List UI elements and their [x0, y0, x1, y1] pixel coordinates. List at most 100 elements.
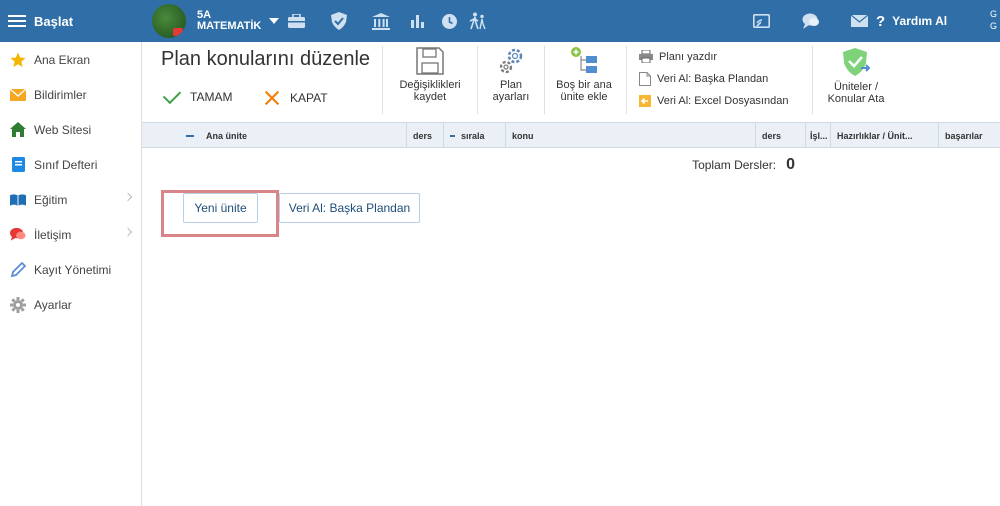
- collapse-icon[interactable]: [186, 134, 194, 137]
- hamburger-icon: [8, 12, 26, 30]
- print-plan-button[interactable]: Planı yazdır: [639, 48, 717, 65]
- column-preparations[interactable]: Hazırlıklar / Ünit...: [830, 123, 938, 148]
- people-walk-icon[interactable]: [467, 12, 489, 30]
- import-from-other-plan-button[interactable]: Veri Al: Başka Plandan: [279, 193, 420, 223]
- sidebar-item-website[interactable]: Web Sitesi: [0, 112, 141, 147]
- add-unit-label-2: ünite ekle: [560, 91, 608, 103]
- tree-add-icon: [571, 47, 597, 73]
- add-empty-unit-button[interactable]: Boş bir ana ünite ekle: [549, 46, 619, 103]
- document-icon: [639, 71, 651, 86]
- import-other-plan-label: Veri Al: Başka Plandan: [657, 72, 769, 85]
- close-button[interactable]: KAPAT: [264, 90, 328, 106]
- chat-icon[interactable]: [800, 12, 822, 30]
- column-label: konu: [512, 130, 534, 141]
- save-changes-button[interactable]: Değişiklikleri kaydet: [390, 46, 470, 103]
- shield-check-icon: [843, 48, 871, 76]
- column-label: başarılar: [945, 130, 983, 141]
- sidebar-item-education[interactable]: Eğitim: [0, 182, 141, 217]
- sidebar-item-registration[interactable]: Kayıt Yönetimi: [0, 252, 141, 287]
- column-topic[interactable]: konu: [505, 123, 755, 148]
- total-lessons-value: 0: [786, 156, 795, 173]
- cast-icon[interactable]: [750, 12, 772, 30]
- sidebar-item-home[interactable]: Ana Ekran: [0, 42, 141, 77]
- user-tag[interactable]: G G: [990, 8, 1000, 34]
- column-label: Hazırlıklar / Ünit...: [837, 130, 913, 141]
- column-label: sırala: [461, 130, 485, 141]
- table-header: Ana ünite ders sırala konu ders İşl... H…: [142, 122, 1000, 148]
- help-label: Yardım Al: [892, 14, 948, 28]
- import-excel-label: Veri Al: Excel Dosyasından: [657, 94, 789, 107]
- column-achievements[interactable]: başarılar: [938, 123, 1000, 148]
- gear-icon: [10, 296, 26, 313]
- chevron-right-icon: [123, 192, 133, 202]
- import-excel-button[interactable]: Veri Al: Excel Dosyasından: [639, 92, 788, 109]
- sidebar-item-label: Eğitim: [34, 192, 68, 207]
- gears-icon: [499, 48, 523, 74]
- ok-button[interactable]: TAMAM: [162, 85, 233, 105]
- total-lessons-label: Toplam Dersler:: [692, 158, 777, 172]
- printer-icon: [639, 50, 653, 63]
- new-unit-button[interactable]: Yeni ünite: [183, 193, 258, 223]
- column-lessons[interactable]: ders: [406, 123, 443, 148]
- notebook-icon: [10, 157, 26, 173]
- settings-label-1: Plan: [499, 79, 523, 91]
- sidebar: Ana Ekran Bildirimler Web Sitesi Sınıf D…: [0, 42, 142, 506]
- sidebar-item-label: Web Sitesi: [34, 122, 92, 137]
- close-label: KAPAT: [290, 91, 328, 105]
- sidebar-item-settings[interactable]: Ayarlar: [0, 287, 141, 322]
- sidebar-item-communication[interactable]: İletişim: [0, 217, 141, 252]
- home-icon: [10, 122, 26, 138]
- settings-label-2: ayarları: [492, 91, 530, 103]
- total-lessons: Toplam Dersler: 0: [692, 156, 795, 174]
- print-plan-label: Planı yazdır: [659, 50, 718, 63]
- chevron-right-icon: [123, 227, 133, 237]
- chat-icon: [10, 227, 26, 243]
- column-main-unit[interactable]: Ana ünite: [180, 123, 406, 148]
- book-icon: [10, 192, 26, 208]
- class-avatar: [152, 4, 186, 38]
- sidebar-item-notifications[interactable]: Bildirimler: [0, 77, 141, 112]
- bar-chart-icon[interactable]: [408, 12, 428, 30]
- top-bar: Başlat 5A MATEMATİK ? Yardım Al G G: [0, 0, 1000, 42]
- main-content: Plan konularını düzenle TAMAM KAPAT Deği…: [142, 42, 1000, 506]
- briefcase-icon[interactable]: [286, 12, 306, 30]
- clock-icon[interactable]: [439, 12, 459, 30]
- class-subject: MATEMATİK: [197, 20, 262, 32]
- sidebar-item-label: İletişim: [34, 227, 72, 242]
- save-label-2: kaydet: [413, 91, 447, 103]
- column-label: ders: [413, 130, 433, 141]
- floppy-disk-icon: [416, 47, 444, 75]
- sidebar-item-class-book[interactable]: Sınıf Defteri: [0, 147, 141, 182]
- question-icon: ?: [876, 12, 886, 30]
- star-icon: [10, 52, 26, 68]
- bank-icon[interactable]: [370, 12, 392, 30]
- column-label: Ana ünite: [206, 130, 248, 141]
- sidebar-item-label: Sınıf Defteri: [34, 157, 98, 172]
- import-arrow-icon: [639, 94, 651, 107]
- column-topic-lessons[interactable]: ders: [755, 123, 805, 148]
- help-button[interactable]: ? Yardım Al: [876, 0, 947, 42]
- sidebar-item-label: Kayıt Yönetimi: [34, 262, 112, 277]
- column-sort[interactable]: sırala: [443, 123, 505, 148]
- ok-label: TAMAM: [190, 90, 233, 104]
- sidebar-item-label: Ayarlar: [34, 297, 72, 312]
- shield-icon[interactable]: [329, 12, 349, 30]
- mail-icon: [10, 87, 26, 103]
- plan-settings-button[interactable]: Plan ayarları: [482, 46, 540, 103]
- add-unit-label-1: Boş bir ana: [556, 79, 612, 91]
- save-label-1: Değişiklikleri: [399, 79, 461, 91]
- import-other-plan-button[interactable]: Veri Al: Başka Plandan: [639, 70, 768, 87]
- close-icon: [264, 90, 280, 106]
- class-selector[interactable]: 5A MATEMATİK: [152, 4, 280, 38]
- mail-icon[interactable]: [848, 12, 870, 30]
- assign-units-topics-button[interactable]: Üniteler / Konular Ata: [814, 46, 898, 105]
- sidebar-item-label: Bildirimler: [34, 87, 87, 102]
- assign-label-2: Konular Ata: [827, 93, 885, 105]
- sidebar-item-label: Ana Ekran: [34, 52, 91, 67]
- page-title: Plan konularını düzenle: [161, 48, 371, 70]
- column-label: İşl...: [810, 130, 828, 141]
- column-processes[interactable]: İşl...: [805, 123, 828, 148]
- chevron-down-icon: [269, 18, 280, 24]
- column-label: ders: [762, 130, 782, 141]
- start-menu-button[interactable]: Başlat: [8, 0, 73, 42]
